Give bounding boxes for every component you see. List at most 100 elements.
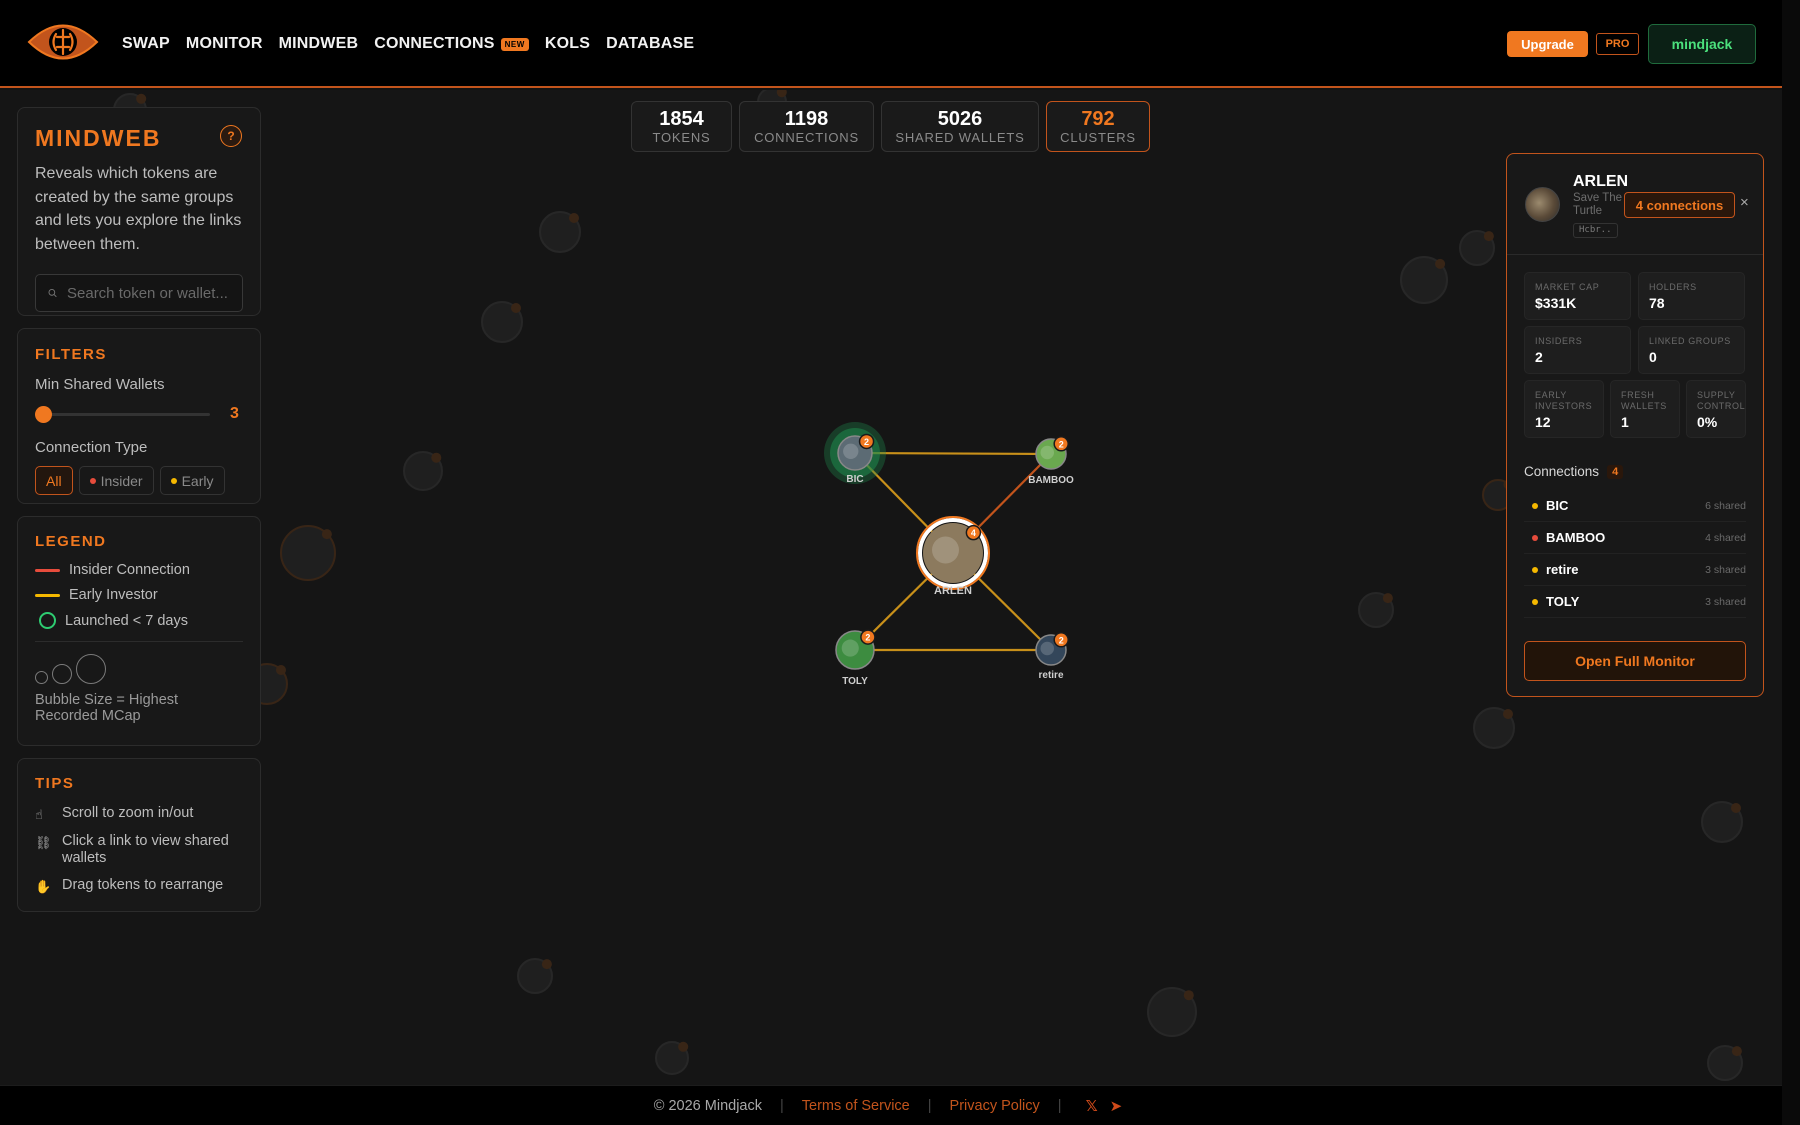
early-dot-icon — [170, 477, 177, 484]
bubble-medium-icon — [52, 664, 72, 684]
metric-value: $331K — [1535, 295, 1577, 311]
stat-label: SHARED WALLETS — [895, 129, 1025, 145]
tip-text: Click a link to view shared wallets — [62, 833, 229, 866]
metric-value: 0 — [1649, 349, 1657, 365]
background-token-node[interactable] — [1147, 987, 1197, 1037]
metric-linked-groups: LINKED GROUPS 0 — [1638, 326, 1745, 374]
connection-dot-icon — [1532, 598, 1538, 605]
privacy-link[interactable]: Privacy Policy — [950, 1098, 1040, 1114]
stat-label: TOKENS — [652, 129, 711, 145]
metric-holders: HOLDERS 78 — [1638, 272, 1745, 320]
help-icon[interactable]: ? — [220, 125, 242, 147]
connection-shared-count: 3 shared — [1705, 563, 1746, 576]
page-scroll-edge — [1782, 0, 1800, 1125]
connection-name: BAMBOO — [1546, 530, 1606, 545]
connection-shared-count: 4 shared — [1705, 531, 1746, 544]
metric-label: LINKED GROUPS — [1649, 336, 1731, 346]
detail-header: ARLEN Save The Turtle Hcbr.. 4 connectio… — [1507, 154, 1763, 255]
filter-early-pill[interactable]: Early — [159, 466, 225, 495]
tip-text: Scroll to zoom in/out — [62, 805, 194, 821]
filter-insider-pill[interactable]: Insider — [78, 466, 154, 495]
background-token-node[interactable] — [1400, 256, 1448, 304]
token-detail-panel: ARLEN Save The Turtle Hcbr.. 4 connectio… — [1506, 153, 1764, 697]
open-full-monitor-button[interactable]: Open Full Monitor — [1524, 641, 1746, 681]
user-account-button[interactable]: mindjack — [1648, 24, 1756, 64]
slider-thumb[interactable] — [35, 405, 52, 423]
connections-list: BIC 6 shared BAMBOO 4 shared retire 3 shared T… — [1524, 490, 1746, 618]
metric-label: FRESH WALLETS — [1621, 390, 1667, 411]
background-token-node[interactable] — [1358, 592, 1394, 628]
connection-row[interactable]: retire 3 shared — [1524, 554, 1746, 586]
min-shared-slider[interactable] — [35, 405, 210, 423]
legend-insider-label: Insider Connection — [69, 562, 190, 578]
search-input[interactable] — [67, 284, 242, 302]
launched-ring-icon — [39, 612, 56, 629]
connection-name: TOLY — [1546, 594, 1580, 609]
background-token-node[interactable] — [1701, 801, 1743, 843]
mindweb-title: MINDWEB — [35, 125, 162, 151]
legend-insider: Insider Connection — [35, 562, 243, 578]
brain-logo-icon[interactable] — [27, 17, 99, 67]
metric-label: SUPPLY CONTROL — [1697, 390, 1746, 411]
stat-value: 1198 — [784, 107, 829, 130]
background-token-node[interactable] — [1473, 707, 1515, 749]
nav-mindweb[interactable]: MINDWEB — [279, 35, 359, 53]
x-twitter-icon[interactable]: 𝕏 — [1086, 1097, 1098, 1115]
close-icon[interactable]: × — [1740, 194, 1749, 211]
background-token-node[interactable] — [1707, 1045, 1743, 1081]
metric-market-cap: MARKET CAP $331K — [1524, 272, 1631, 320]
background-token-node[interactable] — [280, 525, 336, 581]
nav-links: SWAP MONITOR MINDWEB CONNECTIONS NEW KOL… — [122, 0, 710, 88]
background-token-node[interactable] — [1459, 230, 1495, 266]
tip-item: ⛓ Click a link to view shared wallets — [35, 833, 243, 867]
metric-label: HOLDERS — [1649, 282, 1697, 292]
bubble-size-label: Bubble Size = Highest Recorded MCap — [35, 692, 179, 724]
nav-kols[interactable]: KOLS — [545, 35, 590, 53]
filter-insider-label: Insider — [100, 472, 143, 489]
insider-dot-icon — [89, 477, 96, 484]
insider-line-icon — [35, 568, 60, 572]
background-token-node[interactable] — [403, 451, 443, 491]
background-token-node[interactable] — [517, 958, 553, 994]
copyright: © 2026 Mindjack — [653, 1097, 762, 1114]
token-avatar — [1525, 187, 1560, 222]
stat-connections: 1198 CONNECTIONS — [739, 101, 874, 152]
connection-row[interactable]: BAMBOO 4 shared — [1524, 522, 1746, 554]
tip-text: Drag tokens to rearrange — [62, 877, 224, 893]
background-token-node[interactable] — [481, 301, 523, 343]
nav-connections[interactable]: CONNECTIONS NEW — [374, 35, 529, 53]
legend-panel: LEGEND Insider Connection Early Investor… — [17, 516, 261, 746]
metric-label: MARKET CAP — [1535, 282, 1600, 292]
filter-all-pill[interactable]: All — [35, 466, 73, 495]
telegram-icon[interactable]: ➤ — [1110, 1097, 1123, 1115]
footer-separator: | — [1057, 1097, 1062, 1114]
search-box — [35, 274, 243, 312]
footer-separator: | — [779, 1097, 784, 1114]
terms-link[interactable]: Terms of Service — [802, 1098, 910, 1114]
background-token-node[interactable] — [655, 1041, 689, 1075]
metric-label: EARLY INVESTORS — [1535, 390, 1593, 411]
metric-early-investors: EARLY INVESTORS 12 — [1524, 380, 1604, 438]
upgrade-button[interactable]: Upgrade — [1507, 31, 1588, 57]
connection-row[interactable]: BIC 6 shared — [1524, 490, 1746, 522]
metric-value: 2 — [1535, 349, 1543, 365]
search-icon — [48, 289, 57, 298]
early-line-icon — [35, 593, 60, 597]
nav-monitor[interactable]: MONITOR — [186, 35, 263, 53]
legend-title: LEGEND — [35, 533, 107, 550]
filters-panel: FILTERS Min Shared Wallets 3 Connection … — [17, 328, 261, 504]
connections-count-button[interactable]: 4 connections — [1624, 192, 1735, 218]
connection-type-pills: All Insider Early — [35, 466, 243, 495]
hand-icon: ✋ — [35, 879, 52, 894]
link-icon: ⛓ — [35, 835, 52, 850]
scroll-icon: ☝ — [35, 807, 43, 822]
mindweb-panel: MINDWEB ? Reveals which tokens are creat… — [17, 107, 261, 316]
nav-database[interactable]: DATABASE — [606, 35, 694, 53]
background-token-node[interactable] — [539, 211, 581, 253]
connection-row[interactable]: TOLY 3 shared — [1524, 586, 1746, 618]
nav-swap[interactable]: SWAP — [122, 35, 170, 53]
tip-item: ✋ Drag tokens to rearrange — [35, 877, 243, 895]
token-address[interactable]: Hcbr.. — [1573, 223, 1618, 238]
legend-launched-label: Launched < 7 days — [65, 612, 188, 629]
min-shared-value: 3 — [230, 405, 239, 422]
